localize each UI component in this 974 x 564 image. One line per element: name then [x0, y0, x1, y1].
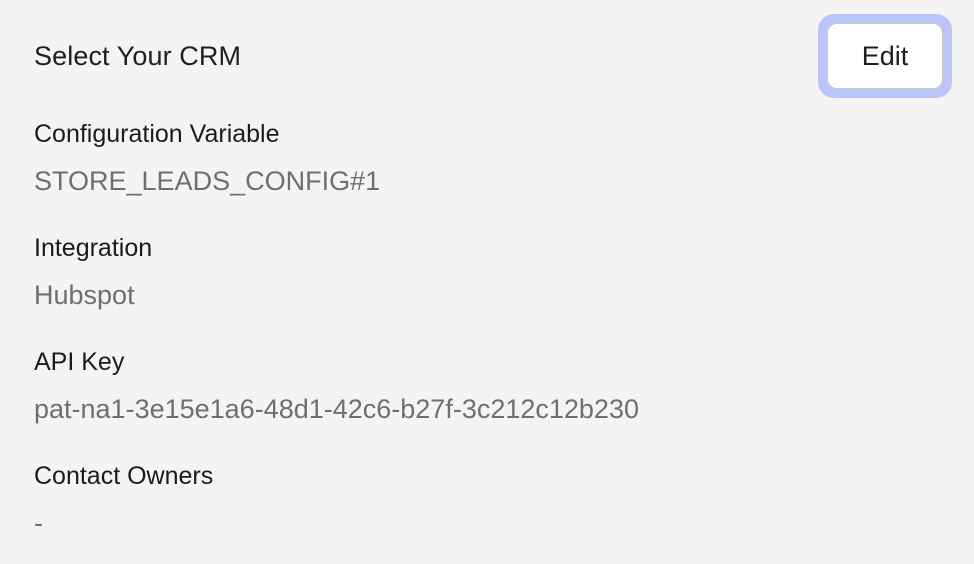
field-label: API Key — [34, 348, 125, 376]
field-configuration-variable: Configuration Variable STORE_LEADS_CONFI… — [34, 118, 380, 198]
field-value: pat-na1-3e15e1a6-48d1-42c6-b27f-3c212c12… — [34, 394, 639, 424]
edit-button[interactable]: Edit — [827, 23, 943, 89]
field-value: STORE_LEADS_CONFIG#1 — [34, 166, 381, 196]
field-api-key: API Key pat-na1-3e15e1a6-48d1-42c6-b27f-… — [34, 346, 639, 426]
field-label: Integration — [34, 234, 153, 262]
crm-settings-panel: Select Your CRM Edit Configuration Varia… — [0, 0, 974, 564]
field-integration: Integration Hubspot — [34, 232, 152, 312]
field-contact-owners: Contact Owners - — [34, 460, 213, 540]
field-label: Contact Owners — [34, 462, 214, 490]
field-value: Hubspot — [34, 280, 135, 310]
page-title: Select Your CRM — [34, 41, 242, 71]
field-label: Configuration Variable — [34, 120, 280, 148]
edit-button-focus-ring: Edit — [818, 14, 952, 98]
field-value: - — [34, 508, 43, 538]
